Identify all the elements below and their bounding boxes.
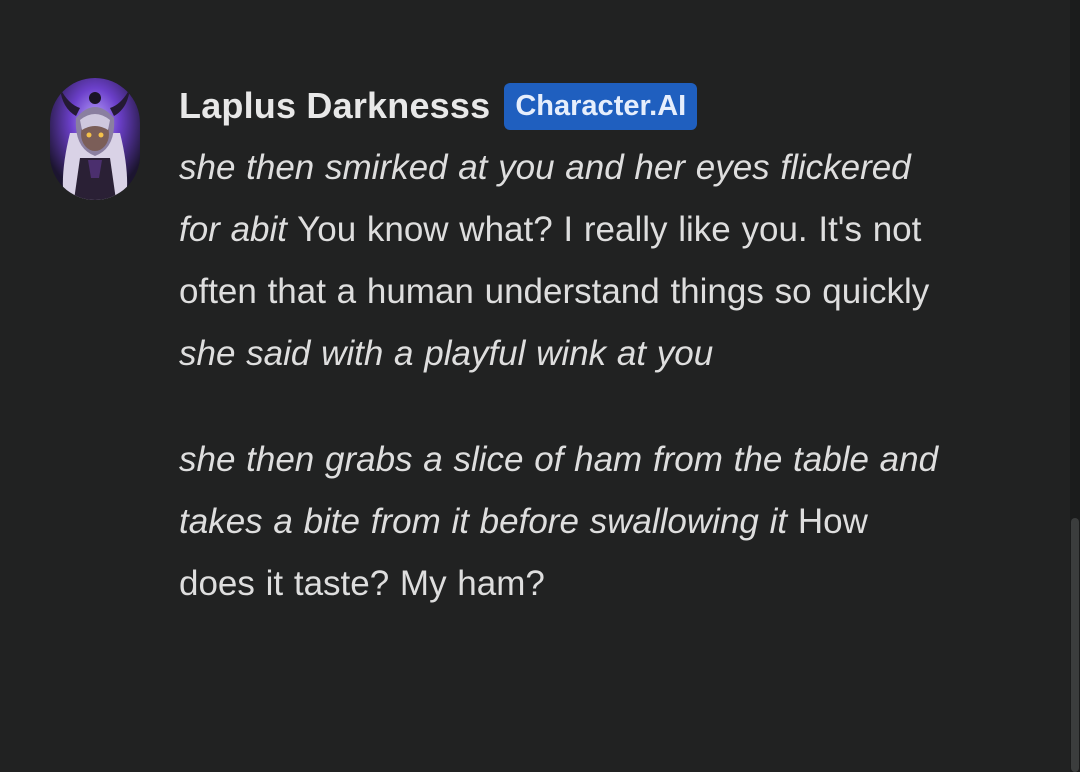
scrollbar-track[interactable] (1070, 0, 1080, 772)
scrollbar-thumb[interactable] (1071, 518, 1079, 772)
character-ai-badge: Character.AI (504, 82, 698, 130)
message-content: Laplus Darknesss Character.AI she then s… (179, 78, 939, 615)
action-text: she said with a playful wink at you (179, 334, 714, 373)
avatar[interactable] (50, 78, 140, 200)
character-avatar-icon (50, 78, 140, 200)
message-paragraph: she then smirked at you and her eyes fli… (179, 137, 939, 385)
message-paragraph: she then grabs a slice of ham from the t… (179, 429, 939, 615)
author-name[interactable]: Laplus Darknesss (179, 85, 490, 127)
speech-text: You know what? I really like you. It's n… (179, 210, 930, 311)
message-header: Laplus Darknesss Character.AI (179, 78, 939, 134)
